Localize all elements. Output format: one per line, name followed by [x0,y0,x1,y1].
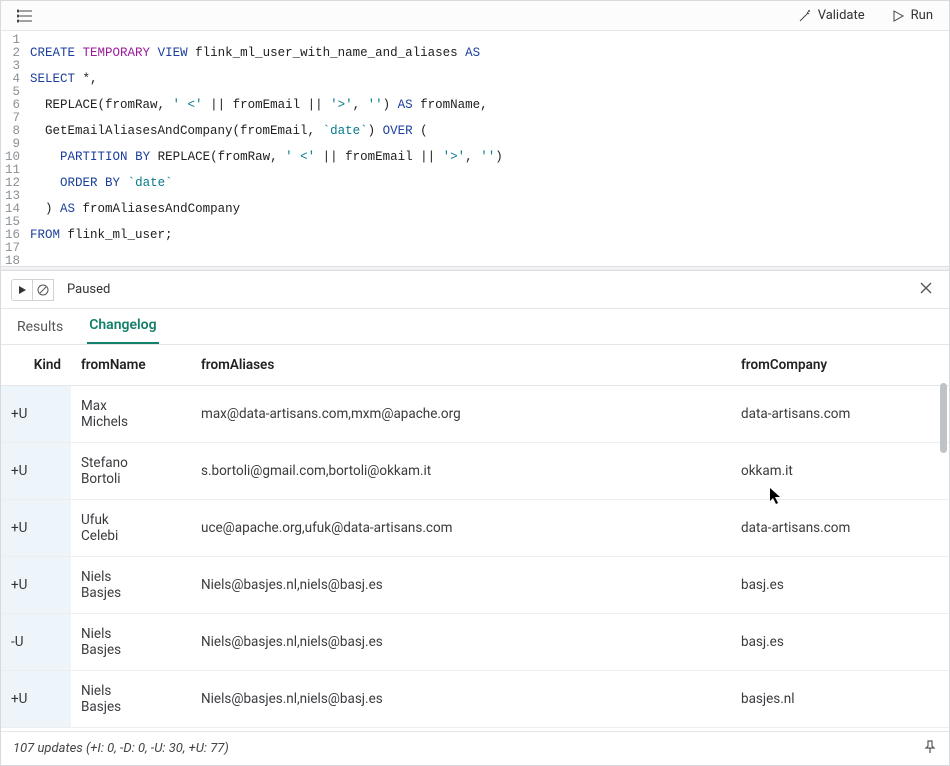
tab-changelog[interactable]: Changelog [87,317,158,344]
tab-results[interactable]: Results [15,319,65,344]
cell-kind: +U [1,557,71,614]
table-row[interactable]: +UUfukCelebiuce@apache.org,ufuk@data-art… [1,500,949,557]
cell-fromaliases: max@data-artisans.com,mxm@apache.org [191,386,731,443]
pin-icon [923,740,937,754]
sql-editor[interactable]: 123456789 101112131415161718 CREATE TEMP… [1,31,949,267]
stop-icon [37,284,49,296]
validate-label: Validate [818,8,865,23]
pin-button[interactable] [923,740,937,758]
col-header-kind[interactable]: Kind [1,345,71,386]
cell-fromname: NielsBasjes [71,671,191,728]
cell-fromname: UfukCelebi [71,500,191,557]
editor-code[interactable]: CREATE TEMPORARY VIEW flink_ml_user_with… [26,31,507,267]
editor-gutter: 123456789 101112131415161718 [1,31,26,267]
run-label: Run [911,8,933,23]
scrollbar-thumb[interactable] [940,383,947,453]
cell-kind: +U [1,386,71,443]
table-row[interactable]: +UMaxMichelsmax@data-artisans.com,mxm@ap… [1,386,949,443]
cell-kind: -U [1,614,71,671]
cell-fromcompany: data-artisans.com [731,386,949,443]
editor-toolbar: Validate Run [1,1,949,31]
play-icon [891,9,905,23]
execution-status: Paused [67,282,110,297]
cell-fromname: NielsBasjes [71,614,191,671]
cell-kind: +U [1,443,71,500]
cell-fromcompany: basj.es [731,614,949,671]
cell-fromcompany: basj.es [731,557,949,614]
list-icon [17,9,33,23]
line-numbers-toggle[interactable] [11,6,39,26]
wand-icon [798,9,812,23]
cell-fromaliases: Niels@basjes.nl,niels@basj.es [191,671,731,728]
status-bar: 107 updates (+I: 0, -D: 0, -U: 30, +U: 7… [1,731,949,765]
cell-fromaliases: Niels@basjes.nl,niels@basj.es [191,557,731,614]
table-row[interactable]: +UStefanoBortolis.bortoli@gmail.com,bort… [1,443,949,500]
cell-fromaliases: Niels@basjes.nl,niels@basj.es [191,614,731,671]
col-header-fromaliases[interactable]: fromAliases [191,345,731,386]
cell-kind: +U [1,500,71,557]
table-row[interactable]: +UNielsBasjesNiels@basjes.nl,niels@basj.… [1,557,949,614]
table-row[interactable]: -UNielsBasjesNiels@basjes.nl,niels@basj.… [1,614,949,671]
col-header-fromname[interactable]: fromName [71,345,191,386]
cell-fromaliases: s.bortoli@gmail.com,bortoli@okkam.it [191,443,731,500]
cell-fromaliases: uce@apache.org,ufuk@data-artisans.com [191,500,731,557]
cell-fromcompany: data-artisans.com [731,500,949,557]
run-button[interactable]: Run [885,5,939,26]
cell-fromname: NielsBasjes [71,557,191,614]
updates-summary: 107 updates (+I: 0, -D: 0, -U: 30, +U: 7… [13,741,229,756]
cell-fromname: MaxMichels [71,386,191,443]
validate-button[interactable]: Validate [792,5,871,26]
close-panel-button[interactable] [913,277,939,302]
cell-kind: +U [1,671,71,728]
close-icon [919,281,933,295]
cell-fromcompany: basjes.nl [731,671,949,728]
results-grid: Kind fromName fromAliases fromCompany +U… [1,345,949,728]
cell-fromname: StefanoBortoli [71,443,191,500]
results-grid-scroll[interactable]: Kind fromName fromAliases fromCompany +U… [1,345,949,731]
play-icon [17,285,27,295]
table-row[interactable]: +UNielsBasjesNiels@basjes.nl,niels@basj.… [1,671,949,728]
col-header-fromcompany[interactable]: fromCompany [731,345,949,386]
results-panel: Paused Results Changelog Kind fromName f… [1,271,949,765]
cell-fromcompany: okkam.it [731,443,949,500]
stop-button[interactable] [32,279,54,301]
resume-button[interactable] [11,279,33,301]
